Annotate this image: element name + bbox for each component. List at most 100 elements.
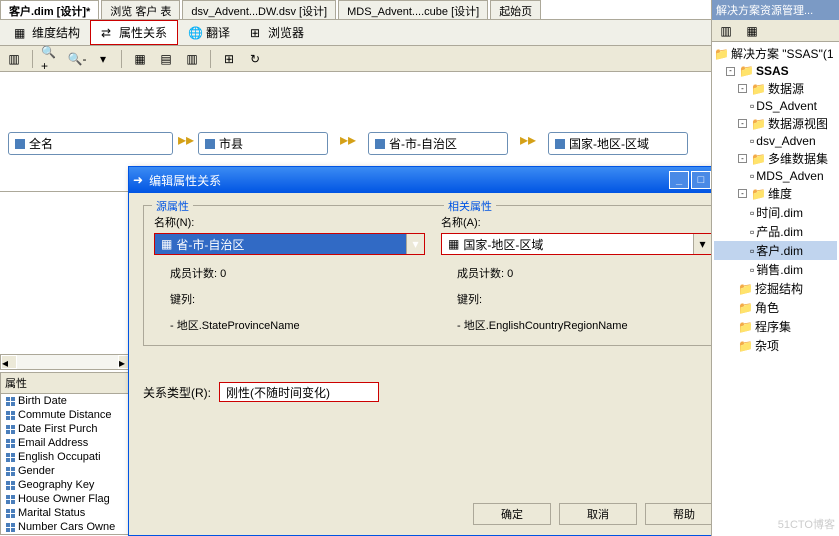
zoom-dropdown[interactable]: ▾ <box>93 49 113 69</box>
grid-icon <box>555 139 565 149</box>
expand-button[interactable]: - <box>738 154 747 163</box>
attr-node-country[interactable]: 国家-地区-区域 <box>548 132 688 155</box>
attr-node-province[interactable]: 省-市-自治区 <box>368 132 508 155</box>
grid-icon <box>5 424 15 434</box>
tree-node[interactable]: -📁数据源 <box>714 79 837 98</box>
tree-node[interactable]: ▫客户.dim <box>714 241 837 260</box>
layout-button-2[interactable]: ▤ <box>156 49 176 69</box>
folder-icon: 📁 <box>738 282 753 296</box>
tree-node[interactable]: -📁维度 <box>714 184 837 203</box>
tree-node[interactable]: -📁数据源视图 <box>714 114 837 133</box>
grid-icon <box>5 452 15 462</box>
expand-button[interactable]: - <box>726 67 735 76</box>
attr-list-item[interactable]: Gender <box>1 464 134 478</box>
tree-node[interactable]: 📁挖掘结构 <box>714 279 837 298</box>
solution-tree: 📁解决方案 "SSAS"(1 -📁SSAS -📁数据源▫DS_Advent-📁数… <box>712 42 839 357</box>
solution-node[interactable]: 📁解决方案 "SSAS"(1 <box>714 44 837 63</box>
ok-button[interactable]: 确定 <box>473 503 551 525</box>
layout-button-1[interactable]: ▦ <box>130 49 150 69</box>
arrow-icon: ▸▸ <box>340 130 356 150</box>
file-icon: ▫ <box>750 206 754 220</box>
minimize-button[interactable]: _ <box>669 171 689 189</box>
project-node[interactable]: -📁SSAS <box>714 63 837 79</box>
arrange-button[interactable]: ⊞ <box>219 49 239 69</box>
expand-button[interactable]: - <box>738 84 747 93</box>
scroll-left-button[interactable]: ◂ <box>1 355 17 369</box>
folder-icon: 📁 <box>738 320 753 334</box>
grid-icon <box>5 466 15 476</box>
show-all-button[interactable]: ▦ <box>742 21 762 41</box>
tab-browse-customer[interactable]: 浏览 客户 表 <box>101 0 180 19</box>
project-icon: 📁 <box>739 64 754 78</box>
subtab-dim-structure[interactable]: ▦维度结构 <box>4 21 90 44</box>
grid-icon <box>5 410 15 420</box>
solution-toolbar: ▥ ▦ <box>712 20 839 42</box>
cancel-button[interactable]: 取消 <box>559 503 637 525</box>
tree-node[interactable]: ▫DS_Advent <box>714 98 837 114</box>
attr-list-item[interactable]: Geography Key <box>1 478 134 492</box>
chevron-down-icon[interactable]: ▾ <box>406 234 424 254</box>
tree-node[interactable]: ▫dsv_Adven <box>714 133 837 149</box>
grid-icon <box>5 480 15 490</box>
subtab-attr-relations[interactable]: ⇄属性关系 <box>90 20 178 45</box>
file-icon: ▫ <box>750 263 754 277</box>
related-attr-combo[interactable]: ▦国家-地区-区域 ▾ <box>441 233 712 255</box>
tree-node[interactable]: ▫产品.dim <box>714 222 837 241</box>
expand-button[interactable]: - <box>738 119 747 128</box>
source-attr-combo[interactable]: ▦省-市-自治区 ▾ <box>154 233 425 255</box>
grid-icon <box>375 139 385 149</box>
attr-list-item[interactable]: House Owner Flag <box>1 492 134 506</box>
file-icon: ▫ <box>750 134 754 148</box>
tree-node[interactable]: ▫销售.dim <box>714 260 837 279</box>
tab-mds-cube[interactable]: MDS_Advent....cube [设计] <box>338 0 488 19</box>
dialog-titlebar[interactable]: ➜编辑属性关系 _ □ ✕ <box>129 167 737 193</box>
grid-icon <box>5 438 15 448</box>
tree-node[interactable]: ▫时间.dim <box>714 203 837 222</box>
zoom-out-button[interactable]: 🔍- <box>67 49 87 69</box>
arrow-icon: ▸▸ <box>178 130 194 150</box>
tree-node[interactable]: 📁杂项 <box>714 336 837 355</box>
properties-button[interactable]: ▥ <box>716 21 736 41</box>
key-col-label: 键列: <box>154 291 425 307</box>
attr-node-city[interactable]: 市县 <box>198 132 328 155</box>
tab-start-page[interactable]: 起始页 <box>490 0 541 19</box>
attr-list-item[interactable]: Date First Purch <box>1 422 134 436</box>
grid-icon: ▦ <box>448 237 459 251</box>
h-scrollbar[interactable]: ◂ ▸ <box>0 354 135 370</box>
layout-button-3[interactable]: ▥ <box>182 49 202 69</box>
source-member-count: 成员计数: 0 <box>154 265 425 281</box>
tree-node[interactable]: -📁多维数据集 <box>714 149 837 168</box>
grid-icon <box>5 396 15 406</box>
refresh-button[interactable]: ↻ <box>245 49 265 69</box>
attr-node-fullname[interactable]: 全名 <box>8 132 173 155</box>
folder-icon: 📁 <box>751 117 766 131</box>
tree-node[interactable]: 📁角色 <box>714 298 837 317</box>
subtab-translate[interactable]: 🌐翻译 <box>178 21 240 44</box>
attr-list-item[interactable]: Number Cars Owne <box>1 520 134 534</box>
edit-relation-dialog: ➜编辑属性关系 _ □ ✕ 源属性 名称(N): ▦省-市-自治区 ▾ 成员计数… <box>128 166 738 536</box>
grid-icon <box>15 139 25 149</box>
grid-icon <box>5 494 15 504</box>
tree-node[interactable]: ▫MDS_Adven <box>714 168 837 184</box>
attr-list-item[interactable]: Marital Status <box>1 506 134 520</box>
new-relation-button[interactable]: ▥ <box>4 49 24 69</box>
expand-button[interactable]: - <box>738 189 747 198</box>
tab-dsv-advent[interactable]: dsv_Advent...DW.dsv [设计] <box>182 0 336 19</box>
tab-customer-dim[interactable]: 客户.dim [设计]* <box>0 0 99 19</box>
relation-type-combo[interactable]: 刚性(不随时间变化) <box>219 382 379 402</box>
grid-icon <box>5 522 15 532</box>
attr-list-item[interactable]: Commute Distance <box>1 408 134 422</box>
arrow-icon: ▸▸ <box>520 130 536 150</box>
related-name-label: 名称(A): <box>441 214 712 230</box>
cube-icon: ▦ <box>14 26 28 40</box>
maximize-button[interactable]: □ <box>691 171 711 189</box>
subtab-browser[interactable]: ⊞浏览器 <box>240 21 314 44</box>
tree-node[interactable]: 📁程序集 <box>714 317 837 336</box>
zoom-in-button[interactable]: 🔍+ <box>41 49 61 69</box>
chevron-down-icon[interactable]: ▾ <box>693 234 711 254</box>
attr-list-item[interactable]: Email Address <box>1 436 134 450</box>
attributes-panel: 属性 Birth DateCommute DistanceDate First … <box>0 372 135 535</box>
attr-list-item[interactable]: Birth Date <box>1 394 134 408</box>
grid-icon <box>5 508 15 518</box>
attr-list-item[interactable]: English Occupati <box>1 450 134 464</box>
